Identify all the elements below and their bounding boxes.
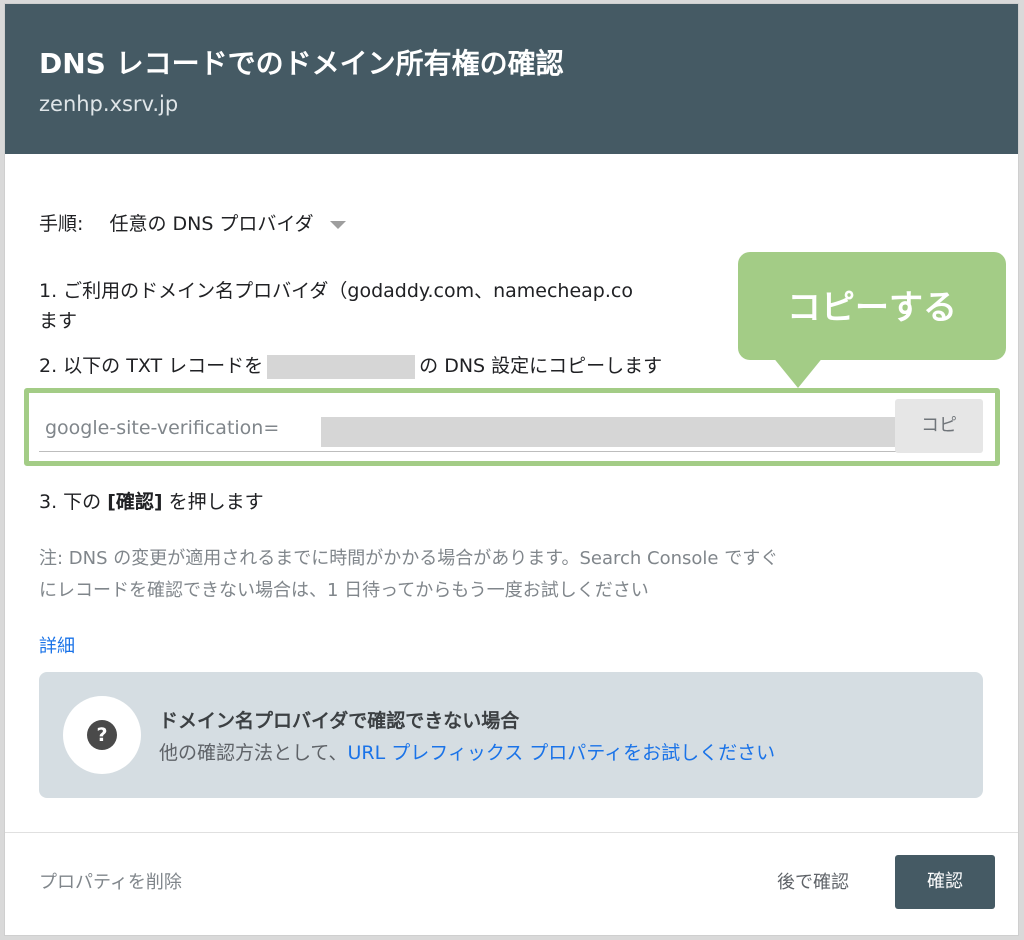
info-desc-prefix: 他の確認方法として、 bbox=[159, 742, 348, 764]
note-line-1: 注: DNS の変更が適用されるまでに時間がかかる場合があります。Search … bbox=[39, 548, 779, 569]
dialog-title: DNS レコードでのドメイン所有権の確認 bbox=[39, 47, 564, 80]
chevron-down-icon[interactable] bbox=[329, 220, 346, 229]
step-3-text: 3. 下の [確認] を押します bbox=[39, 487, 264, 514]
callout-text: コピーする bbox=[787, 288, 957, 328]
verify-later-button[interactable]: 後で確認 bbox=[777, 868, 849, 894]
txt-record-field[interactable]: google-site-verification= bbox=[39, 403, 915, 452]
step-3-suffix: を押します bbox=[162, 491, 264, 513]
details-link[interactable]: 詳細 bbox=[39, 632, 75, 658]
verification-dialog: DNS レコードでのドメイン所有権の確認 zenhp.xsrv.jp 手順: 任… bbox=[4, 3, 1019, 936]
step-3-prefix: 3. 下の bbox=[39, 491, 108, 513]
note-line-2: にレコードを確認できない場合は、1 日待ってからもう一度お試しください bbox=[39, 580, 649, 601]
info-title: ドメイン名プロバイダで確認できない場合 bbox=[159, 710, 520, 732]
info-description: 他の確認方法として、URL プレフィックス プロパティをお試しください bbox=[159, 738, 775, 765]
copy-button[interactable]: コピ bbox=[895, 399, 983, 453]
help-icon: ? bbox=[87, 720, 117, 750]
txt-record-value: google-site-verification= bbox=[45, 417, 280, 439]
copy-callout: コピーする bbox=[738, 252, 1006, 388]
step-2-text: 2. 以下の TXT レコードを の DNS 設定にコピーします bbox=[39, 351, 662, 379]
step-1-text: 1. ご利用のドメイン名プロバイダ（godaddy.com、namecheap.… bbox=[39, 280, 633, 302]
redacted-domain bbox=[267, 354, 416, 379]
help-badge: ? bbox=[63, 696, 141, 774]
method-select-value[interactable]: 任意の DNS プロバイダ bbox=[109, 213, 313, 235]
step-2-suffix: の DNS 設定にコピーします bbox=[419, 355, 663, 377]
method-row[interactable]: 手順: 任意の DNS プロバイダ bbox=[39, 209, 346, 236]
url-prefix-property-link[interactable]: URL プレフィックス プロパティをお試しください bbox=[347, 742, 775, 764]
dialog-header: DNS レコードでのドメイン所有権の確認 zenhp.xsrv.jp bbox=[5, 4, 1018, 154]
redacted-token bbox=[321, 417, 896, 447]
method-label: 手順: bbox=[39, 213, 84, 235]
domain-name: zenhp.xsrv.jp bbox=[39, 92, 179, 116]
txt-record-highlight: google-site-verification= コピ bbox=[24, 388, 1000, 466]
step-2-prefix: 2. 以下の TXT レコードを bbox=[39, 355, 264, 377]
alternative-method-box: ? ドメイン名プロバイダで確認できない場合 他の確認方法として、URL プレフィ… bbox=[39, 672, 983, 798]
delete-property-button[interactable]: プロパティを削除 bbox=[39, 868, 182, 894]
step-3-bold: [確認] bbox=[107, 491, 163, 513]
verify-button[interactable]: 確認 bbox=[895, 855, 995, 909]
dialog-footer: プロパティを削除 後で確認 確認 bbox=[5, 832, 1018, 936]
callout-tail bbox=[772, 356, 824, 388]
step-1-text-continued: ます bbox=[39, 310, 78, 332]
